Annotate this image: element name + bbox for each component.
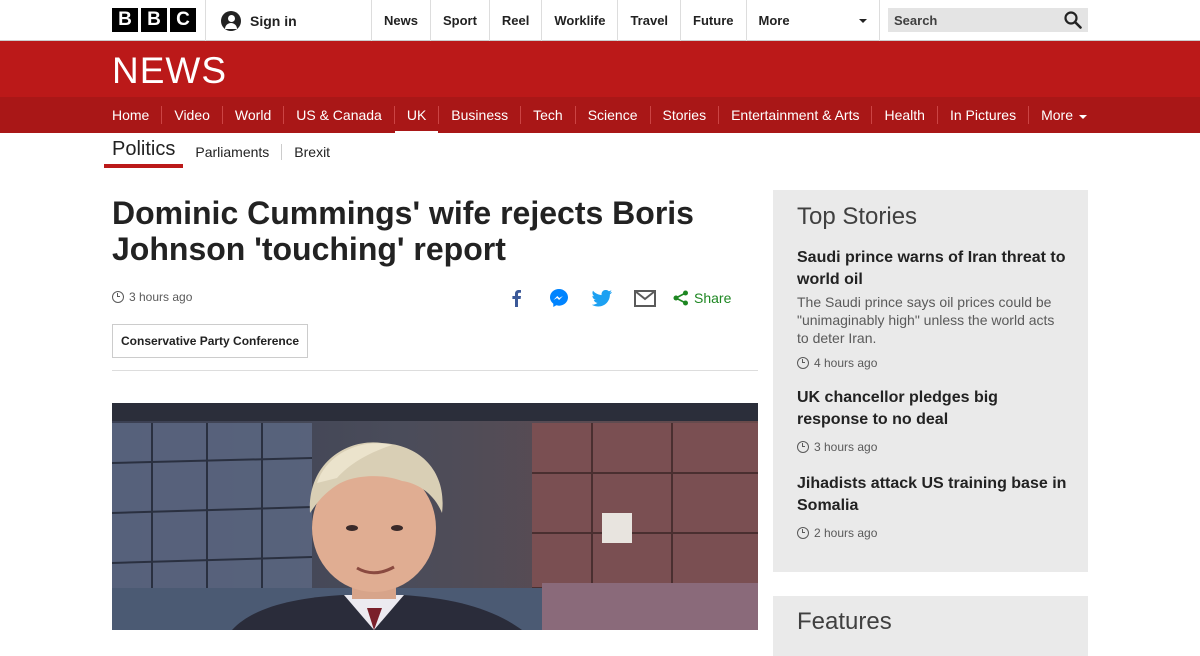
bbc-top-bar: B B C Sign in News Sport Reel Worklife T… [0, 0, 1200, 41]
clock-icon [797, 527, 809, 539]
sub-nav: Politics Parliaments Brexit [104, 135, 342, 168]
section-nav-home[interactable]: Home [100, 106, 161, 124]
section-nav-stories[interactable]: Stories [649, 106, 719, 124]
sign-in-link[interactable]: Sign in [205, 0, 371, 41]
top-story-item[interactable]: Saudi prince warns of Iran threat to wor… [797, 247, 1067, 370]
hero-photo [112, 403, 758, 630]
features-title: Features [797, 608, 892, 635]
topic-tag[interactable]: Conservative Party Conference [112, 324, 309, 358]
top-story-time-label: 3 hours ago [814, 440, 878, 454]
news-masthead: NEWS [0, 41, 1200, 97]
search-placeholder: Search [894, 12, 938, 28]
clock-icon [112, 291, 124, 303]
top-story-time: 3 hours ago [797, 440, 1067, 454]
top-nav-item-future[interactable]: Future [680, 0, 745, 41]
section-nav-business[interactable]: Business [438, 106, 520, 124]
article-headline: Dominic Cummings' wife rejects Boris Joh… [112, 195, 694, 267]
top-story-time-label: 2 hours ago [814, 526, 878, 540]
facebook-icon[interactable] [504, 286, 528, 310]
section-nav-health[interactable]: Health [871, 106, 936, 124]
top-nav-item-travel[interactable]: Travel [617, 0, 680, 41]
bbc-logo-letter: C [170, 8, 196, 32]
section-nav-uk[interactable]: UK [393, 106, 439, 135]
share-button[interactable]: Share [673, 290, 731, 306]
sub-nav-item-brexit[interactable]: Brexit [281, 143, 342, 160]
sub-nav-item-parliaments[interactable]: Parliaments [183, 144, 281, 160]
sign-in-label: Sign in [250, 12, 297, 29]
email-icon[interactable] [633, 286, 657, 310]
top-nav-more-label: More [758, 13, 790, 28]
top-nav-more-button[interactable]: More [745, 0, 880, 41]
top-story-item[interactable]: Jihadists attack US training base in Som… [797, 473, 1067, 540]
section-nav-more-button[interactable]: More [1028, 106, 1099, 124]
twitter-icon[interactable] [590, 286, 614, 310]
section-nav-science[interactable]: Science [574, 106, 650, 124]
top-nav-item-reel[interactable]: Reel [488, 0, 541, 41]
bbc-logo-letter: B [112, 8, 138, 32]
section-nav-world[interactable]: World [221, 106, 283, 124]
top-nav-item-sport[interactable]: Sport [429, 0, 489, 41]
article-hero-image [112, 403, 758, 630]
section-nav-tech[interactable]: Tech [520, 106, 575, 124]
clock-icon [797, 357, 809, 369]
chevron-down-icon [1079, 115, 1087, 119]
section-nav-more-label: More [1041, 107, 1073, 123]
share-label: Share [694, 290, 732, 306]
top-nav-item-worklife[interactable]: Worklife [541, 0, 617, 41]
top-stories-panel: Top Stories Saudi prince warns of Iran t… [773, 190, 1088, 572]
chevron-down-icon [858, 18, 867, 23]
article-time-label: 3 hours ago [129, 290, 193, 304]
section-nav-entertainment-arts[interactable]: Entertainment & Arts [718, 106, 871, 124]
features-panel: Features [773, 596, 1088, 656]
article-timestamp: 3 hours ago [112, 290, 192, 304]
divider [112, 370, 758, 371]
section-nav: Home Video World US & Canada UK Business… [0, 97, 1200, 135]
top-story-headline[interactable]: Jihadists attack US training base in Som… [797, 473, 1067, 517]
share-tools: Share [504, 286, 731, 310]
messenger-icon[interactable] [547, 286, 571, 310]
section-nav-in-pictures[interactable]: In Pictures [936, 106, 1028, 124]
clock-icon [797, 441, 809, 453]
bbc-logo[interactable]: B B C [112, 8, 196, 32]
top-story-time: 2 hours ago [797, 526, 1067, 540]
top-stories-title: Top Stories [797, 203, 918, 230]
top-story-headline[interactable]: UK chancellor pledges big response to no… [797, 387, 1067, 431]
sub-nav-title[interactable]: Politics [104, 135, 184, 168]
top-story-time: 4 hours ago [797, 356, 1067, 370]
top-story-summary: The Saudi prince says oil prices could b… [797, 294, 1055, 346]
top-story-headline[interactable]: Saudi prince warns of Iran threat to wor… [797, 247, 1067, 291]
top-nav: News Sport Reel Worklife Travel Future M… [371, 0, 880, 41]
top-story-item[interactable]: UK chancellor pledges big response to no… [797, 387, 1067, 454]
search-input[interactable]: Search [888, 8, 1088, 32]
share-icon [673, 290, 688, 306]
section-nav-us-canada[interactable]: US & Canada [283, 106, 394, 124]
top-story-time-label: 4 hours ago [814, 356, 878, 370]
bbc-logo-letter: B [141, 8, 167, 32]
top-nav-item-news[interactable]: News [371, 0, 430, 41]
news-logo[interactable]: NEWS [112, 50, 227, 92]
search-icon[interactable] [1064, 11, 1082, 29]
user-icon [221, 10, 241, 31]
section-nav-video[interactable]: Video [161, 106, 222, 124]
